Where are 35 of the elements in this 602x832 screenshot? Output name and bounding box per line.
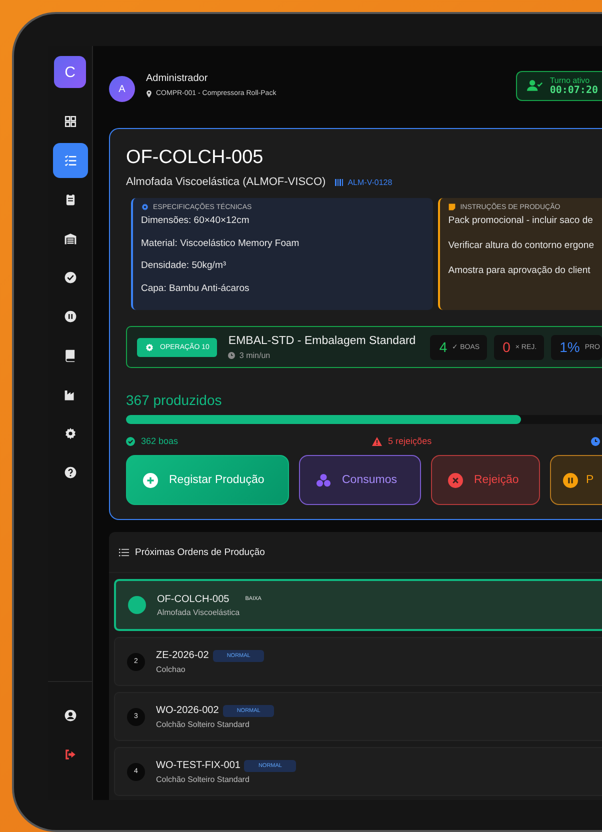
barcode-text: ALM-V-0128 <box>348 178 392 186</box>
product-name: Almofada Viscoelástica <box>157 608 241 616</box>
queue-title: Próximas Ordens de Produção <box>135 546 265 558</box>
user-avatar: A <box>109 76 135 102</box>
order-code: ZE-2026-02 <box>156 650 209 661</box>
user-name: Administrador <box>146 72 209 84</box>
spec-line: Densidade: 50kg/m³ <box>141 260 228 273</box>
instruction-line: Pack promocional - incluir saco de <box>448 215 594 228</box>
reject-count: 5 rejeições <box>388 436 432 446</box>
order-code: WO-TEST-FIX-001 <box>156 760 240 771</box>
operation-time: 3 min/un <box>239 350 270 360</box>
product-name: Colchao <box>156 664 186 674</box>
instruction-line: Verificar altura do contorno ergone <box>448 240 594 253</box>
order-code: WO-2026-002 <box>156 705 219 716</box>
spec-line: Material: Viscoelástico Memory Foam <box>141 238 300 250</box>
stat-value: 4 <box>439 339 448 355</box>
product-name: Colchão Solteiro Standard <box>156 720 250 728</box>
shift-label: Turno ativo <box>550 76 591 84</box>
spec-line: Capa: Bambu Anti-ácaros <box>141 282 250 296</box>
stat-value: 0 <box>502 339 510 355</box>
product-name: Colchão Solteiro Standard <box>156 774 250 784</box>
reject-button[interactable]: Rejeição <box>431 455 540 505</box>
spec-line: Dimensões: 60×40×12cm <box>141 215 250 228</box>
app-logo: C <box>54 56 86 88</box>
good-count: 362 boas <box>141 436 178 446</box>
shift-timer: 00:07:20 <box>550 84 598 96</box>
pause-button[interactable]: P <box>550 455 602 505</box>
produced-count: 367 produzidos <box>126 392 223 408</box>
consume-button[interactable]: Consumos <box>299 455 421 505</box>
product-name: Almofada Viscoelástica (ALMOF-VISCO) <box>126 176 326 188</box>
operation-name: EMBAL-STD - Embalagem Standard <box>228 334 412 346</box>
order-code: OF-COLCH-005 <box>157 594 230 604</box>
order-code: OF-COLCH-005 <box>126 147 264 169</box>
instruction-line: Amostra para aprovação do client <box>448 265 592 278</box>
stat-value: 1% <box>560 339 580 355</box>
